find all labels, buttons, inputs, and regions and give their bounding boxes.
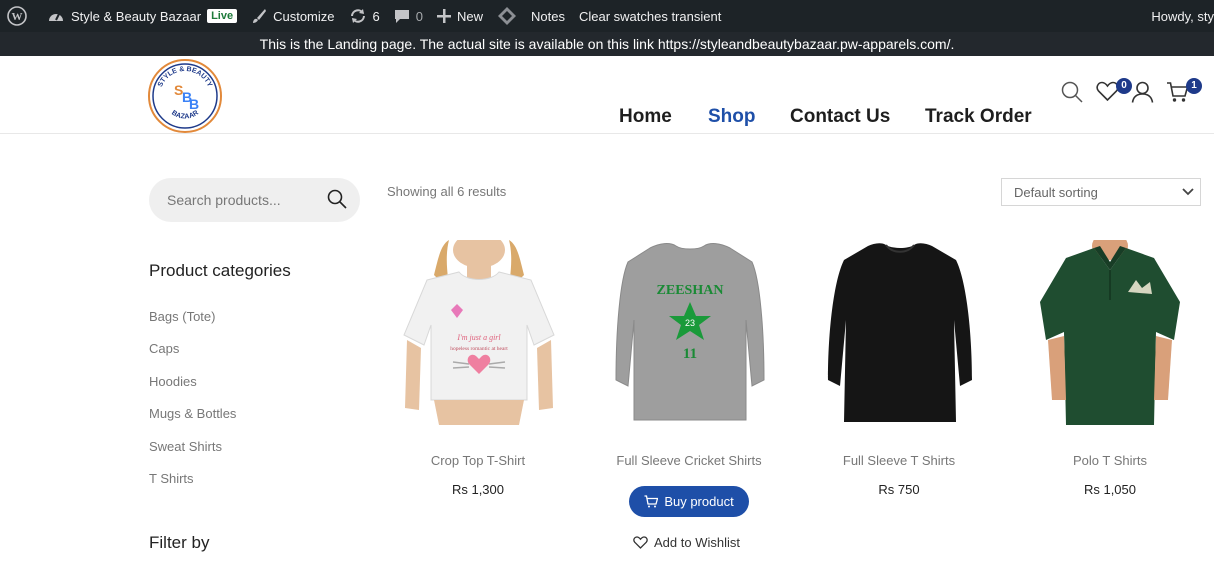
cart-icon <box>644 495 659 508</box>
svg-text:I'm just a girl: I'm just a girl <box>456 333 501 342</box>
cricket-shirt-image: ZEESHAN 23 11 <box>600 240 780 425</box>
live-badge: Live <box>207 9 238 23</box>
new-label: New <box>456 8 483 24</box>
product-image-polo[interactable] <box>1020 240 1200 425</box>
nav-track-order[interactable]: Track Order <box>925 106 1032 128</box>
product-name-polo[interactable]: Polo T Shirts <box>1010 453 1210 468</box>
svg-text:W: W <box>12 11 23 23</box>
updates-count: 6 <box>372 8 380 24</box>
black-tshirt-image <box>810 240 990 425</box>
clear-swatches-link[interactable]: Clear swatches transient <box>572 0 728 32</box>
brush-icon <box>253 9 267 23</box>
svg-text:23: 23 <box>685 318 695 328</box>
notes-link[interactable]: Notes <box>490 0 572 32</box>
logo-emblem: STYLE & BEAUTY BAZAAR S B B <box>152 63 218 129</box>
search-input[interactable] <box>167 189 317 211</box>
customize-label: Customize <box>273 8 335 24</box>
search-icon <box>1061 81 1083 103</box>
category-t-shirts[interactable]: T Shirts <box>149 471 194 486</box>
customize-link[interactable]: Customize <box>244 0 341 32</box>
cart-count-badge: 1 <box>1186 78 1202 94</box>
heart-icon <box>633 536 648 549</box>
comment-icon <box>394 10 409 23</box>
landing-notice: This is the Landing page. The actual sit… <box>0 32 1214 56</box>
filter-by-title: Filter by <box>149 533 210 552</box>
howdy-label: Howdy, sty <box>1151 8 1214 24</box>
site-name: Style & Beauty Bazaar <box>71 8 202 24</box>
category-sweat-shirts[interactable]: Sweat Shirts <box>149 439 222 454</box>
wishlist-count-badge: 0 <box>1116 78 1132 94</box>
category-hoodies[interactable]: Hoodies <box>149 374 197 389</box>
search-submit-button[interactable] <box>327 189 347 214</box>
admin-bar: W Style & Beauty Bazaar Live Customize 6… <box>0 0 1214 32</box>
product-name-cricket-shirt[interactable]: Full Sleeve Cricket Shirts <box>589 453 789 468</box>
product-name-full-sleeve-tshirt[interactable]: Full Sleeve T Shirts <box>799 453 999 468</box>
svg-text:B: B <box>189 96 199 112</box>
svg-text:ZEESHAN: ZEESHAN <box>657 283 724 298</box>
add-to-wishlist-link[interactable]: Add to Wishlist <box>633 535 740 550</box>
comments-count: 0 <box>415 8 423 24</box>
nav-home[interactable]: Home <box>619 106 672 128</box>
clear-swatches-label: Clear swatches transient <box>578 8 722 24</box>
category-caps[interactable]: Caps <box>149 341 179 356</box>
nav-contact-us[interactable]: Contact Us <box>790 106 890 128</box>
search-icon <box>327 189 347 209</box>
category-mugs-bottles[interactable]: Mugs & Bottles <box>149 406 236 421</box>
dashboard-icon <box>49 13 63 21</box>
svg-text:hopeless romantic at heart: hopeless romantic at heart <box>450 346 508 352</box>
site-name-menu[interactable]: Style & Beauty Bazaar Live <box>40 0 244 32</box>
notes-label: Notes <box>531 8 565 24</box>
wordpress-menu[interactable]: W <box>0 0 40 32</box>
product-search <box>149 178 360 222</box>
buy-product-button[interactable]: Buy product <box>629 486 749 517</box>
polo-shirt-image <box>1020 240 1200 425</box>
product-image-cricket-shirt[interactable]: ZEESHAN 23 11 <box>600 240 780 425</box>
add-to-wishlist-label: Add to Wishlist <box>654 535 740 550</box>
category-bags-tote[interactable]: Bags (Tote) <box>149 309 215 324</box>
user-icon <box>1131 81 1154 103</box>
diamond-icon <box>498 7 516 25</box>
nav-shop[interactable]: Shop <box>708 106 756 128</box>
product-name-crop-top[interactable]: Crop Top T-Shirt <box>378 453 578 468</box>
sorting-value: Default sorting <box>1014 185 1098 200</box>
account-menu[interactable]: Howdy, sty <box>1151 0 1214 32</box>
product-image-full-sleeve-tshirt[interactable] <box>810 240 990 425</box>
site-header: STYLE & BEAUTY BAZAAR S B B Home Shop Co… <box>0 56 1214 134</box>
chevron-down-icon <box>1182 188 1194 196</box>
new-content-menu[interactable]: New <box>430 0 490 32</box>
updates-link[interactable]: 6 <box>342 0 387 32</box>
cart-link[interactable]: 1 <box>1166 78 1202 108</box>
results-count: Showing all 6 results <box>387 184 507 199</box>
site-logo[interactable]: STYLE & BEAUTY BAZAAR S B B <box>148 59 222 133</box>
svg-text:11: 11 <box>683 346 697 362</box>
plus-icon <box>436 9 451 23</box>
search-toggle[interactable] <box>1061 81 1083 108</box>
product-image-crop-top[interactable]: I'm just a girl hopeless romantic at hea… <box>389 240 569 425</box>
categories-title: Product categories <box>149 261 291 280</box>
product-price-polo: Rs 1,050 <box>1083 482 1137 497</box>
wishlist-link[interactable]: 0 <box>1096 78 1132 107</box>
updates-icon <box>350 9 365 23</box>
wordpress-icon: W <box>7 6 27 26</box>
sorting-select[interactable]: Default sorting <box>1001 178 1201 206</box>
account-link[interactable] <box>1131 81 1154 108</box>
crop-top-image: I'm just a girl hopeless romantic at hea… <box>389 240 569 425</box>
product-price-crop-top: Rs 1,300 <box>451 482 505 497</box>
product-price-full-sleeve-tshirt: Rs 750 <box>878 482 920 497</box>
comments-link[interactable]: 0 <box>387 0 430 32</box>
buy-product-label: Buy product <box>664 494 734 509</box>
